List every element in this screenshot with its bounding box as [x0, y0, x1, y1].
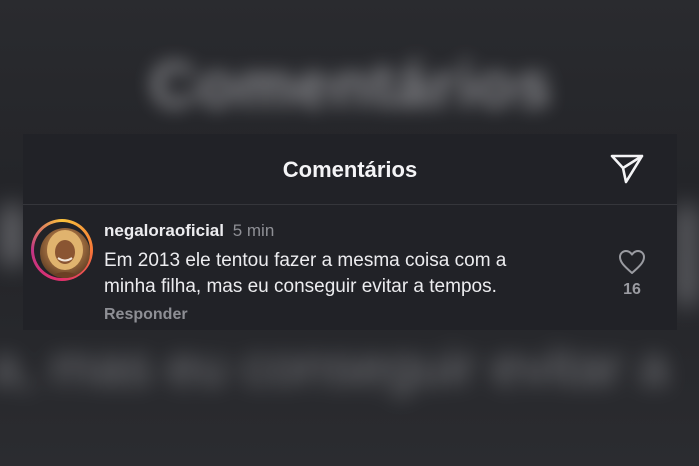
comment-item: negaloraoficial 5 min Em 2013 ele tentou…	[23, 205, 677, 330]
comments-panel: Comentários negaloraoficial 5 min Em 201…	[23, 134, 677, 330]
story-ring[interactable]	[31, 219, 93, 281]
comment-meta: negaloraoficial 5 min	[104, 220, 604, 242]
like-count: 16	[623, 281, 641, 298]
blurred-background-title: Comentários	[150, 49, 553, 121]
blurred-edge-right	[675, 205, 699, 305]
avatar-portrait-icon	[47, 230, 83, 278]
username-link[interactable]: negaloraoficial	[104, 221, 224, 240]
avatar[interactable]	[40, 228, 90, 278]
comments-header: Comentários	[23, 134, 677, 205]
paper-plane-icon[interactable]	[609, 152, 645, 186]
comment-time: 5 min	[232, 221, 275, 240]
blurred-edge-left	[0, 205, 24, 265]
like-area: 16	[617, 249, 647, 299]
comment-text: Em 2013 ele tentou fazer a mesma coisa c…	[104, 250, 507, 297]
comment-body: negaloraoficial 5 min Em 2013 ele tentou…	[104, 220, 604, 324]
heart-outline-icon[interactable]	[618, 249, 646, 275]
reply-button[interactable]: Responder	[104, 306, 604, 324]
blurred-background-comment: a, mas eu conseguir evitar a	[0, 337, 669, 397]
page-title: Comentários	[282, 157, 418, 182]
